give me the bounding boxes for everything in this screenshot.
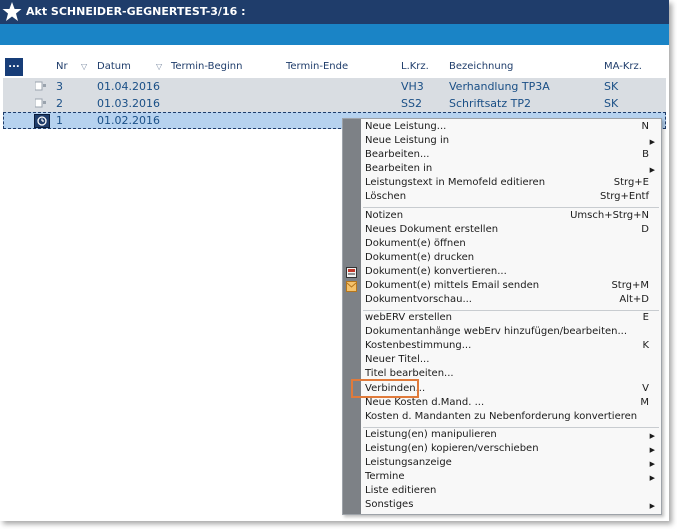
menu-item-dokument-oeffnen[interactable]: Dokument(e) öffnen [365,238,657,252]
column-header-termin-beginn[interactable]: Termin-Beginn [171,61,242,72]
star-icon [2,2,22,21]
column-header-nr[interactable]: Nr [56,61,68,72]
submenu-arrow-icon: ▶ [649,166,655,174]
menu-item-liste-editieren[interactable]: Liste editieren [365,485,657,499]
column-header-termin-ende[interactable]: Termin-Ende [286,61,348,72]
title-bar: Akt SCHNEIDER-GEGNERTEST-3/16 : [0,0,669,24]
menu-item-kostenbestimmung[interactable]: Kostenbestimmung... K [365,340,657,354]
menu-item-bearbeiten-in[interactable]: Bearbeiten in ▶ [365,163,657,177]
menu-item-dokument-konvertieren[interactable]: Dokument(e) konvertieren... [365,266,657,280]
menu-item-leistungsanzeige[interactable]: Leistungsanzeige ▶ [365,457,657,471]
cell-datum: 01.04.2016 [97,80,160,93]
cell-bezeichnung: Verhandlung TP3A [449,80,550,93]
table-header: Nr ▽ Datum ▽ Termin-Beginn Termin-Ende L… [0,58,669,76]
cell-datum: 01.03.2016 [97,97,160,110]
menu-item-notizen[interactable]: Notizen Umsch+Strg+N [365,210,657,224]
submenu-arrow-icon: ▶ [649,474,655,482]
menu-item-neue-leistung[interactable]: Neue Leistung... N [365,121,657,135]
context-menu: Neue Leistung... N Neue Leistung in ▶ Bear… [342,118,662,515]
document-row-icon [35,98,46,108]
cell-lkrz: SS2 [401,97,422,110]
menu-item-dokument-email[interactable]: Dokument(e) mittels Email senden Strg+M [365,280,657,294]
sort-icon[interactable]: ▽ [156,62,162,71]
cell-datum: 01.02.2016 [97,114,160,127]
menu-item-neuer-titel[interactable]: Neuer Titel... [365,354,657,368]
cell-ma-krz: SK [604,97,619,110]
menu-item-kosten-konvertieren[interactable]: Kosten d. Mandanten zu Nebenforderung ko… [365,411,657,425]
menu-item-weberv-erstellen[interactable]: webERV erstellen E [365,312,657,326]
window-title: Akt SCHNEIDER-GEGNERTEST-3/16 : [26,5,246,18]
service-type-icon [34,114,50,128]
highlight-box [351,379,419,398]
cell-bezeichnung: Schriftsatz TP2 [449,97,531,110]
cell-lkrz: VH3 [401,80,424,93]
menu-item-neues-dokument[interactable]: Neues Dokument erstellen D [365,224,657,238]
convert-document-icon [346,267,357,278]
column-header-lkrz[interactable]: L.Krz. [401,61,429,72]
menu-item-dokumentvorschau[interactable]: Dokumentvorschau... Alt+D [365,294,657,308]
email-document-icon [346,281,357,292]
submenu-arrow-icon: ▶ [649,446,655,454]
cell-nr: 3 [56,80,63,93]
column-header-bezeichnung[interactable]: Bezeichnung [449,61,513,72]
app-window: Akt SCHNEIDER-GEGNERTEST-3/16 : ... Nr ▽… [0,0,669,521]
menu-item-neue-leistung-in[interactable]: Neue Leistung in ▶ [365,135,657,149]
table-row[interactable]: 3 01.04.2016 VH3 Verhandlung TP3A SK [3,78,666,95]
cell-ma-krz: SK [604,80,619,93]
menu-item-leistungen-manipulieren[interactable]: Leistung(en) manipulieren ▶ [365,429,657,443]
column-header-ma-krz[interactable]: MA-Krz. [604,61,642,72]
menu-item-loeschen[interactable]: Löschen Strg+Entf [365,191,657,205]
sort-icon[interactable]: ▽ [81,62,87,71]
menu-item-dokument-drucken[interactable]: Dokument(e) drucken [365,252,657,266]
menu-separator [363,427,659,428]
submenu-arrow-icon: ▶ [649,138,655,146]
menu-separator [363,310,659,311]
menu-item-neue-kosten-mand[interactable]: Neue Kosten d.Mand. ... M [365,397,657,411]
submenu-arrow-icon: ▶ [649,502,655,510]
menu-item-sonstiges[interactable]: Sonstiges ▶ [365,499,657,513]
submenu-arrow-icon: ▶ [649,432,655,440]
menu-item-termine[interactable]: Termine ▶ [365,471,657,485]
menu-separator [363,207,659,208]
menu-icon-gutter [343,119,361,514]
menu-item-leistungstext-memofeld[interactable]: Leistungstext in Memofeld editieren Strg+… [365,177,657,191]
cell-nr: 2 [56,97,63,110]
menu-item-leistungen-kopieren[interactable]: Leistung(en) kopieren/verschieben ▶ [365,443,657,457]
document-row-icon [35,81,46,91]
table-row[interactable]: 2 01.03.2016 SS2 Schriftsatz TP2 SK [3,95,666,112]
menu-item-bearbeiten[interactable]: Bearbeiten... B [365,149,657,163]
accent-bar [0,24,669,45]
menu-item-dokumentanhaenge[interactable]: Dokumentanhänge webErv hinzufügen/bearbe… [365,326,657,340]
cell-nr: 1 [56,114,63,127]
submenu-arrow-icon: ▶ [649,460,655,468]
column-header-datum[interactable]: Datum [97,61,131,72]
